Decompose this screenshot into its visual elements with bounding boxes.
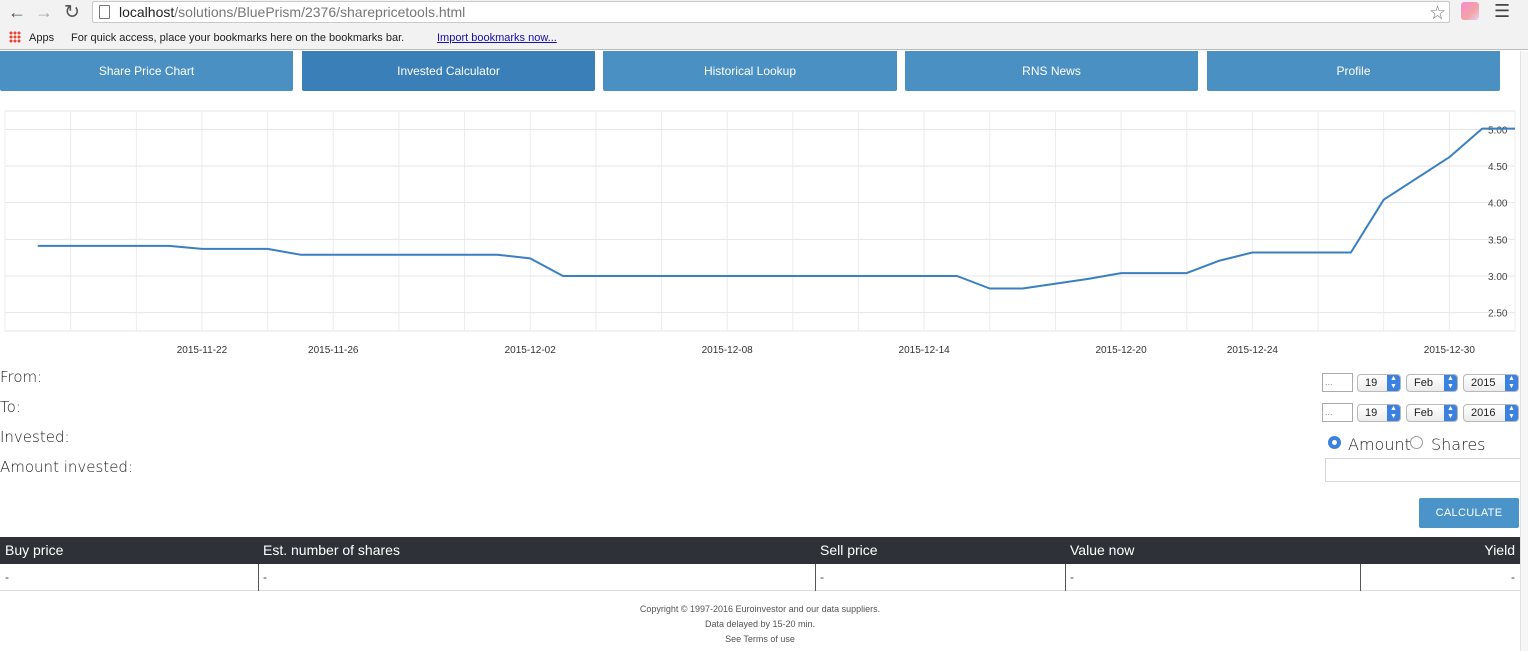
x-tick-label: 2015-12-02 bbox=[505, 345, 557, 356]
browser-menu-icon[interactable]: ☰ bbox=[1494, 1, 1510, 22]
column-divider bbox=[1360, 564, 1361, 591]
reload-icon[interactable]: ↻ bbox=[61, 1, 83, 24]
x-tick-label: 2015-11-26 bbox=[308, 345, 359, 356]
x-tick-label: 2015-12-20 bbox=[1096, 345, 1148, 356]
col-yield: Yield bbox=[1484, 542, 1515, 558]
plot-frame bbox=[4, 110, 1516, 332]
x-tick-label: 2015-12-14 bbox=[899, 345, 951, 356]
address-bar[interactable]: localhost/solutions/BluePrism/2376/share… bbox=[92, 1, 1450, 25]
tab-rns-news[interactable]: RNS News bbox=[905, 51, 1198, 91]
from-label: From: bbox=[0, 368, 43, 386]
footer: Copyright © 1997-2016 Euroinvestor and o… bbox=[0, 602, 1520, 647]
x-tick-label: 2015-12-30 bbox=[1424, 345, 1476, 356]
share-price-chart: 5.00 4.50 4.00 3.50 3.00 2.50 2015-11-22 2015-1… bbox=[0, 100, 1528, 360]
to-label: To: bbox=[0, 398, 21, 416]
x-tick-label: 2015-11-22 bbox=[177, 345, 228, 356]
price-series-line bbox=[37, 127, 1515, 290]
cell-value-now: - bbox=[1070, 570, 1074, 584]
tool-tabs: Share Price Chart Invested Calculator Hi… bbox=[0, 51, 1528, 93]
y-tick-label: 4.50 bbox=[1488, 162, 1508, 173]
tab-historical-lookup[interactable]: Historical Lookup bbox=[603, 51, 897, 91]
invested-label: Invested: bbox=[0, 428, 70, 446]
cell-yield: - bbox=[1511, 570, 1515, 584]
apps-label[interactable]: Apps bbox=[29, 32, 54, 44]
amount-invested-label: Amount invested: bbox=[0, 458, 133, 476]
from-calendar-icon[interactable]: ... bbox=[1322, 373, 1353, 392]
y-tick-label: 3.50 bbox=[1488, 235, 1508, 246]
back-arrow-icon[interactable]: ← bbox=[6, 2, 28, 23]
table-row: - - - - - bbox=[0, 564, 1520, 591]
to-month-select[interactable]: Feb ▲ ▼ bbox=[1406, 404, 1458, 422]
results-table-header: Buy price Est. number of shares Sell pri… bbox=[0, 537, 1520, 564]
to-year-select[interactable]: 2016 ▲ ▼ bbox=[1463, 404, 1519, 422]
delay-notice: Data delayed by 15-20 min. bbox=[704, 619, 816, 629]
tab-profile[interactable]: Profile bbox=[1207, 51, 1500, 91]
y-tick-label: 5.00 bbox=[1488, 125, 1508, 136]
page-scrollbar[interactable] bbox=[1520, 51, 1528, 651]
tab-invested-calculator[interactable]: Invested Calculator bbox=[302, 51, 595, 91]
cell-sell-price: - bbox=[820, 570, 824, 584]
shares-radio-label[interactable]: Shares bbox=[1431, 435, 1486, 454]
y-tick-label: 4.00 bbox=[1488, 199, 1508, 210]
address-text: localhost/solutions/BluePrism/2376/share… bbox=[119, 4, 466, 20]
x-tick-label: 2015-12-24 bbox=[1227, 345, 1279, 356]
calculate-button[interactable]: CALCULATE bbox=[1419, 498, 1519, 528]
from-year-select[interactable]: 2015 ▲ ▼ bbox=[1463, 374, 1519, 392]
shares-radio[interactable] bbox=[1410, 436, 1423, 449]
col-buy-price: Buy price bbox=[5, 542, 64, 558]
apps-grid-icon[interactable] bbox=[9, 31, 21, 43]
from-month-select[interactable]: Feb ▲ ▼ bbox=[1406, 374, 1458, 392]
tab-share-price-chart[interactable]: Share Price Chart bbox=[0, 51, 293, 91]
copyright-text: Copyright © 1997-2016 Euroinvestor and o… bbox=[639, 604, 881, 614]
bookmark-star-icon[interactable]: ☆ bbox=[1429, 2, 1446, 25]
browser-toolbar: ← → ↻ localhost/solutions/BluePrism/2376… bbox=[0, 0, 1528, 28]
y-tick-label: 3.00 bbox=[1488, 272, 1508, 283]
amount-radio-label[interactable]: Amount bbox=[1348, 435, 1411, 454]
column-divider bbox=[1065, 564, 1066, 591]
col-est-shares: Est. number of shares bbox=[263, 542, 400, 558]
import-bookmarks-link[interactable]: Import bookmarks now... bbox=[437, 32, 557, 44]
amount-radio[interactable] bbox=[1328, 436, 1341, 449]
to-day-select[interactable]: 19 ▲ ▼ bbox=[1357, 404, 1401, 422]
page-icon bbox=[99, 5, 110, 19]
to-calendar-icon[interactable]: ... bbox=[1322, 403, 1353, 422]
terms-link[interactable]: See Terms of use bbox=[0, 632, 1520, 647]
from-day-select[interactable]: 19 ▲ ▼ bbox=[1357, 374, 1401, 392]
cell-buy-price: - bbox=[5, 570, 9, 584]
bookmarks-hint: For quick access, place your bookmarks h… bbox=[71, 32, 405, 44]
column-divider bbox=[815, 564, 816, 591]
column-divider bbox=[258, 564, 259, 591]
x-tick-label: 2015-12-08 bbox=[702, 345, 754, 356]
y-tick-label: 2.50 bbox=[1488, 309, 1508, 320]
amount-input[interactable] bbox=[1325, 458, 1521, 482]
col-sell-price: Sell price bbox=[820, 542, 878, 558]
extension-icon[interactable] bbox=[1461, 2, 1479, 20]
col-value-now: Value now bbox=[1070, 542, 1135, 558]
price-line-chart: 5.00 4.50 4.00 3.50 3.00 2.50 2015-11-22 2015-1… bbox=[4, 110, 1516, 356]
bookmarks-bar: Apps For quick access, place your bookma… bbox=[0, 28, 1528, 50]
cell-est-shares: - bbox=[263, 570, 267, 584]
forward-arrow-icon[interactable]: → bbox=[33, 2, 55, 23]
